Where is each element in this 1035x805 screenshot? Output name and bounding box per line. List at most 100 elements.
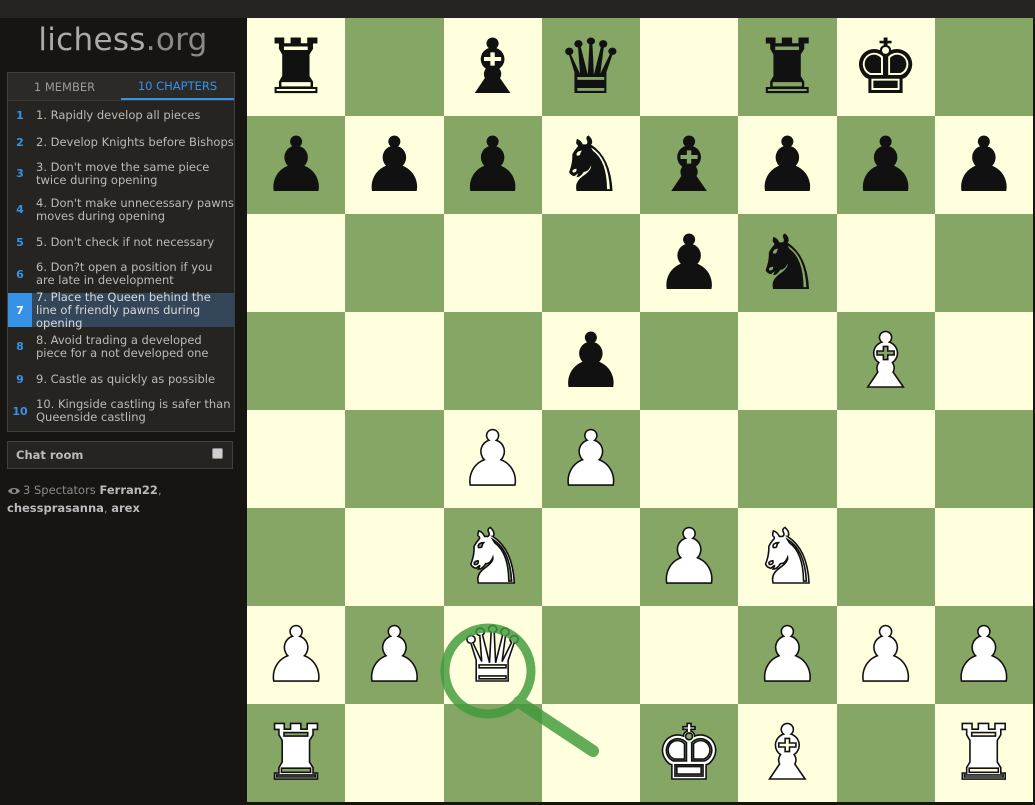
square-e2[interactable] [640,606,739,704]
square-f1[interactable]: ♝ [738,704,837,802]
black-queen-piece[interactable]: ♛ [557,29,625,105]
square-e3[interactable]: ♟ [640,508,739,606]
square-f4[interactable] [738,410,837,508]
chapter-item-9[interactable]: 9 9. Castle as quickly as possible [8,365,234,393]
square-d4[interactable]: ♟ [541,410,640,508]
black-bishop-piece[interactable]: ♝ [655,127,723,203]
white-queen-piece[interactable]: ♛ [458,616,528,694]
white-pawn-piece[interactable]: ♟ [359,616,429,694]
white-knight-piece[interactable]: ♞ [458,518,528,596]
black-bishop-piece[interactable]: ♝ [459,29,527,105]
white-king-piece[interactable]: ♚ [654,714,724,792]
chapter-item-6[interactable]: 6 6. Don?t open a position if you are lat… [8,256,234,292]
square-e7[interactable]: ♝ [640,116,739,214]
black-pawn-piece[interactable]: ♟ [950,127,1018,203]
square-c6[interactable] [443,214,542,312]
square-c2[interactable]: ♛ [443,606,542,704]
square-a2[interactable]: ♟ [247,606,346,704]
chapter-item-4[interactable]: 4 4. Don't make unnecessary pawns moves d… [8,191,234,228]
chapter-item-8[interactable]: 8 8. Avoid trading a developed piece for … [8,329,234,364]
white-pawn-piece[interactable]: ♟ [261,616,331,694]
black-pawn-piece[interactable]: ♟ [655,225,723,301]
black-pawn-piece[interactable]: ♟ [852,127,920,203]
white-rook-piece[interactable]: ♜ [949,714,1019,792]
square-f5[interactable] [738,312,837,410]
square-c7[interactable]: ♟ [443,116,542,214]
white-pawn-piece[interactable]: ♟ [851,616,921,694]
chat-room-header[interactable]: Chat room [7,441,233,469]
square-c1[interactable] [443,704,542,802]
square-e6[interactable]: ♟ [640,214,739,312]
square-a4[interactable] [247,410,346,508]
square-d1[interactable] [541,704,640,802]
chapter-item-7[interactable]: 7 7. Place the Queen behind the line of f… [8,290,234,329]
white-knight-piece[interactable]: ♞ [752,518,822,596]
square-e1[interactable]: ♚ [640,704,739,802]
chapter-item-10[interactable]: 10 10. Kingside castling is safer than Qu… [8,393,234,429]
square-g1[interactable] [836,704,935,802]
black-pawn-piece[interactable]: ♟ [459,127,527,203]
square-a5[interactable] [247,312,346,410]
chapter-item-2[interactable]: 2 2. Develop Knights before Bishops [8,129,234,156]
white-pawn-piece[interactable]: ♟ [556,420,626,498]
spectator-name[interactable]: Ferran22 [99,483,157,497]
white-bishop-piece[interactable]: ♝ [752,714,822,792]
square-g5[interactable]: ♝ [836,312,935,410]
square-h4[interactable] [934,410,1033,508]
square-c3[interactable]: ♞ [443,508,542,606]
square-e8[interactable] [640,18,739,116]
square-a3[interactable] [247,508,346,606]
square-g4[interactable] [836,410,935,508]
spectator-name[interactable]: chessprasanna [7,501,104,515]
chapter-item-3[interactable]: 3 3. Don't move the same piece twice duri… [8,156,234,191]
square-d7[interactable]: ♞ [541,116,640,214]
square-g6[interactable] [836,214,935,312]
black-pawn-piece[interactable]: ♟ [262,127,330,203]
black-rook-piece[interactable]: ♜ [262,29,330,105]
square-h5[interactable] [934,312,1033,410]
square-b5[interactable] [345,312,444,410]
square-g7[interactable]: ♟ [836,116,935,214]
square-a7[interactable]: ♟ [247,116,346,214]
square-d6[interactable] [541,214,640,312]
square-h7[interactable]: ♟ [934,116,1033,214]
square-b3[interactable] [345,508,444,606]
chapter-item-1[interactable]: 1 1. Rapidly develop all pieces [8,102,234,128]
square-b2[interactable]: ♟ [345,606,444,704]
square-d8[interactable]: ♛ [541,18,640,116]
square-d3[interactable] [541,508,640,606]
square-c8[interactable]: ♝ [443,18,542,116]
square-h8[interactable] [934,18,1033,116]
white-bishop-piece[interactable]: ♝ [851,322,921,400]
chess-board[interactable]: ♜ ♝ ♛ ♜ ♚ ♟ ♟ ♟ ♞ ♝ ♟ ♟ ♟ ♟ ♞ ♟ ♝ ♟ ♟ ♞ ♟ ♞ ♟ ♟ ♛ ♟ ♟ ♟ ♜ ♚ ♝ ♜ [247,18,1033,802]
site-logo[interactable]: lichess.org [0,22,246,58]
spectator-name[interactable]: arex [111,501,140,515]
black-pawn-piece[interactable]: ♟ [360,127,428,203]
black-king-piece[interactable]: ♚ [852,29,920,105]
square-h1[interactable]: ♜ [934,704,1033,802]
square-e4[interactable] [640,410,739,508]
white-pawn-piece[interactable]: ♟ [458,420,528,498]
white-pawn-piece[interactable]: ♟ [949,616,1019,694]
square-b8[interactable] [345,18,444,116]
black-pawn-piece[interactable]: ♟ [557,323,625,399]
square-f6[interactable]: ♞ [738,214,837,312]
square-f2[interactable]: ♟ [738,606,837,704]
white-pawn-piece[interactable]: ♟ [654,518,724,596]
tab-members[interactable]: 1 MEMBER [8,73,121,100]
square-e5[interactable] [640,312,739,410]
square-g8[interactable]: ♚ [836,18,935,116]
square-b7[interactable]: ♟ [345,116,444,214]
square-c5[interactable] [443,312,542,410]
square-b4[interactable] [345,410,444,508]
square-g3[interactable] [836,508,935,606]
square-h3[interactable] [934,508,1033,606]
chapter-item-5[interactable]: 5 5. Don't check if not necessary [8,228,234,256]
tab-chapters[interactable]: 10 CHAPTERS [121,73,234,100]
square-h2[interactable]: ♟ [934,606,1033,704]
square-d2[interactable] [541,606,640,704]
square-a8[interactable]: ♜ [247,18,346,116]
white-rook-piece[interactable]: ♜ [261,714,331,792]
square-f7[interactable]: ♟ [738,116,837,214]
chat-toggle-checkbox[interactable] [212,448,223,459]
